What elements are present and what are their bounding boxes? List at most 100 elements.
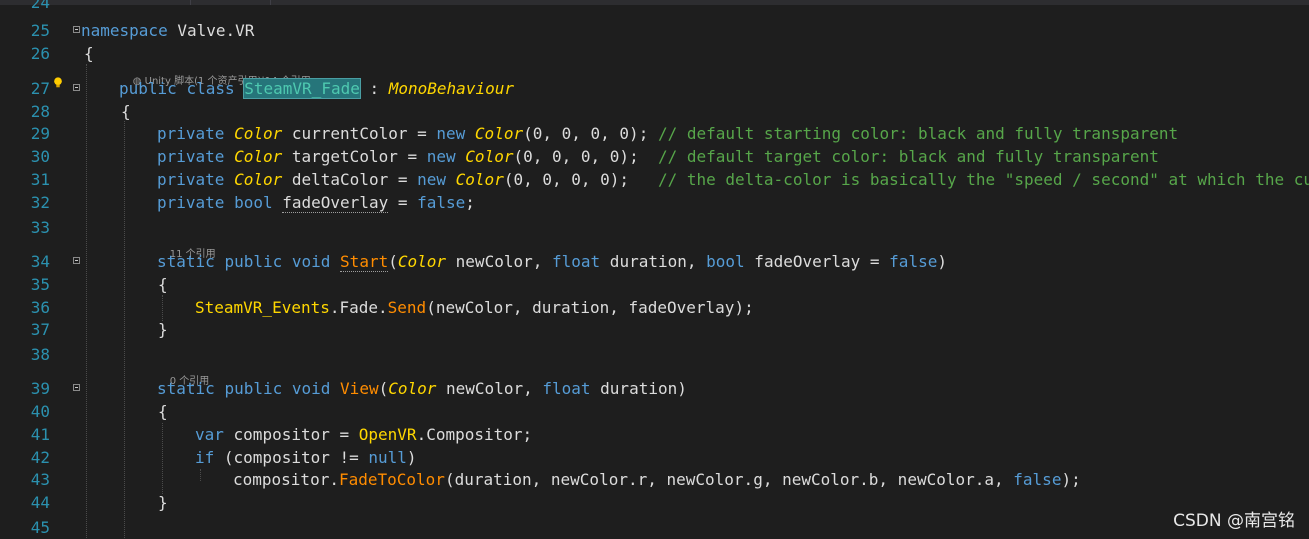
keyword-bool: bool xyxy=(706,252,745,271)
code-line: 42 if (compositor != null) xyxy=(0,446,1309,469)
type-name: Color xyxy=(397,252,447,271)
line-number: 28 xyxy=(30,102,50,121)
line-number: 38 xyxy=(30,345,50,364)
class-name-selected[interactable]: SteamVR_Fade xyxy=(243,78,361,99)
line-number: 43 xyxy=(30,470,50,489)
keyword-public: public xyxy=(119,79,177,98)
code-line: 41 var compositor = OpenVR.Compositor; xyxy=(0,423,1309,446)
line-number: 39 xyxy=(30,379,50,398)
keyword-private: private xyxy=(157,193,225,212)
line-number: 34 xyxy=(30,252,50,271)
keyword-false: false xyxy=(1013,470,1062,489)
keyword-if: if xyxy=(195,448,215,467)
keyword-float: float xyxy=(552,252,601,271)
param: duration) xyxy=(590,379,687,398)
open-brace: { xyxy=(84,44,94,63)
line-number: 29 xyxy=(30,124,50,143)
paren-close: ) xyxy=(937,252,947,271)
keyword-private: private xyxy=(157,170,225,189)
ctor-args: (0, 0, 0, 0); xyxy=(523,124,658,143)
param: newColor, xyxy=(436,379,543,398)
line-number: 36 xyxy=(30,298,50,317)
field-decl: currentColor = xyxy=(282,124,437,143)
comment: // default target color: black and fully… xyxy=(657,147,1159,166)
method-name: Start xyxy=(340,252,389,272)
code-line: 31 private Color deltaColor = new Color(… xyxy=(0,168,1309,191)
member-access: .Compositor; xyxy=(416,425,533,444)
line-number: 24 xyxy=(30,0,50,12)
collapse-icon[interactable] xyxy=(73,257,80,264)
code-line: 28 { xyxy=(0,100,1309,123)
class-ref: SteamVR_Events xyxy=(195,298,330,317)
line-number: 26 xyxy=(30,44,50,63)
open-brace: { xyxy=(158,402,168,421)
line-number: 40 xyxy=(30,402,50,421)
lightbulb-icon[interactable] xyxy=(52,77,64,89)
ctor-args: (0, 0, 0, 0); xyxy=(503,170,658,189)
keyword-public: public xyxy=(224,379,283,398)
line-number: 31 xyxy=(30,170,50,189)
call-args: (newColor, duration, fadeOverlay); xyxy=(426,298,754,317)
code-editor[interactable]: 24 25 namespace Valve.VR 26 { ◍ Unity 脚本… xyxy=(0,0,1309,538)
code-line: 37 } xyxy=(0,318,1309,341)
code-line: 35 { xyxy=(0,273,1309,296)
assign: = xyxy=(388,193,418,212)
param: newColor, xyxy=(446,252,552,271)
collapse-icon[interactable] xyxy=(73,384,80,391)
type-name: Color xyxy=(388,379,437,398)
line-number: 41 xyxy=(30,425,50,444)
line-number: 33 xyxy=(30,218,50,237)
colon: : xyxy=(359,79,389,98)
line-number: 42 xyxy=(30,448,50,467)
keyword-private: private xyxy=(157,124,225,143)
var-decl: compositor = xyxy=(223,425,359,444)
close-brace: } xyxy=(158,320,168,339)
keyword-float: float xyxy=(542,379,591,398)
paren-open: ( xyxy=(378,379,389,398)
code-line: 40 { xyxy=(0,400,1309,423)
keyword-bool: bool xyxy=(234,193,273,212)
code-line: 27 public class SteamVR_Fade : MonoBehav… xyxy=(0,77,1309,100)
line-number: 27 xyxy=(30,79,50,98)
comment: // the delta-color is basically the "spe… xyxy=(657,170,1309,189)
keyword-public: public xyxy=(224,252,283,271)
code-line: 34 static public void Start(Color newCol… xyxy=(0,250,1309,273)
code-line: 44 } xyxy=(0,491,1309,514)
line-number: 44 xyxy=(30,493,50,512)
keyword-namespace: namespace xyxy=(81,21,168,40)
line-number: 37 xyxy=(30,320,50,339)
collapse-icon[interactable] xyxy=(73,84,80,91)
paren-open: ( xyxy=(388,252,398,271)
method-name: View xyxy=(340,379,379,398)
type-name: Color xyxy=(234,170,283,189)
line-number: 45 xyxy=(30,518,50,537)
collapse-icon[interactable] xyxy=(73,26,80,33)
ctor-args: (0, 0, 0, 0); xyxy=(513,147,658,166)
call-end: ); xyxy=(1061,470,1081,489)
code-line: 32 private bool fadeOverlay = false; xyxy=(0,191,1309,214)
param: fadeOverlay = xyxy=(744,252,890,271)
field-decl: deltaColor = xyxy=(282,170,418,189)
code-line: 26 { xyxy=(0,42,1309,65)
keyword-new: new xyxy=(436,124,466,143)
close-brace: } xyxy=(158,493,168,512)
comment: // default starting color: black and ful… xyxy=(657,124,1179,143)
code-line: 39 static public void View(Color newColo… xyxy=(0,377,1309,400)
line-number: 30 xyxy=(30,147,50,166)
code-line: 25 namespace Valve.VR xyxy=(0,19,1309,42)
keyword-false: false xyxy=(417,193,466,212)
field-decl: targetColor = xyxy=(282,147,427,166)
class-ref: OpenVR xyxy=(358,425,417,444)
type-name: Color xyxy=(234,147,283,166)
keyword-new: new xyxy=(417,170,447,189)
base-class: MonoBehaviour xyxy=(388,79,514,98)
code-line: 36 SteamVR_Events.Fade.Send(newColor, du… xyxy=(0,296,1309,319)
watermark: CSDN @南宫铭 xyxy=(1173,511,1295,531)
method-call: Send xyxy=(387,298,427,317)
code-line: 38 xyxy=(0,343,1309,366)
namespace-name: Valve.VR xyxy=(177,21,255,40)
ctor-name: Color xyxy=(465,147,514,166)
code-line: 45 xyxy=(0,516,1309,539)
keyword-private: private xyxy=(157,147,225,166)
object-ref: compositor. xyxy=(233,470,339,489)
